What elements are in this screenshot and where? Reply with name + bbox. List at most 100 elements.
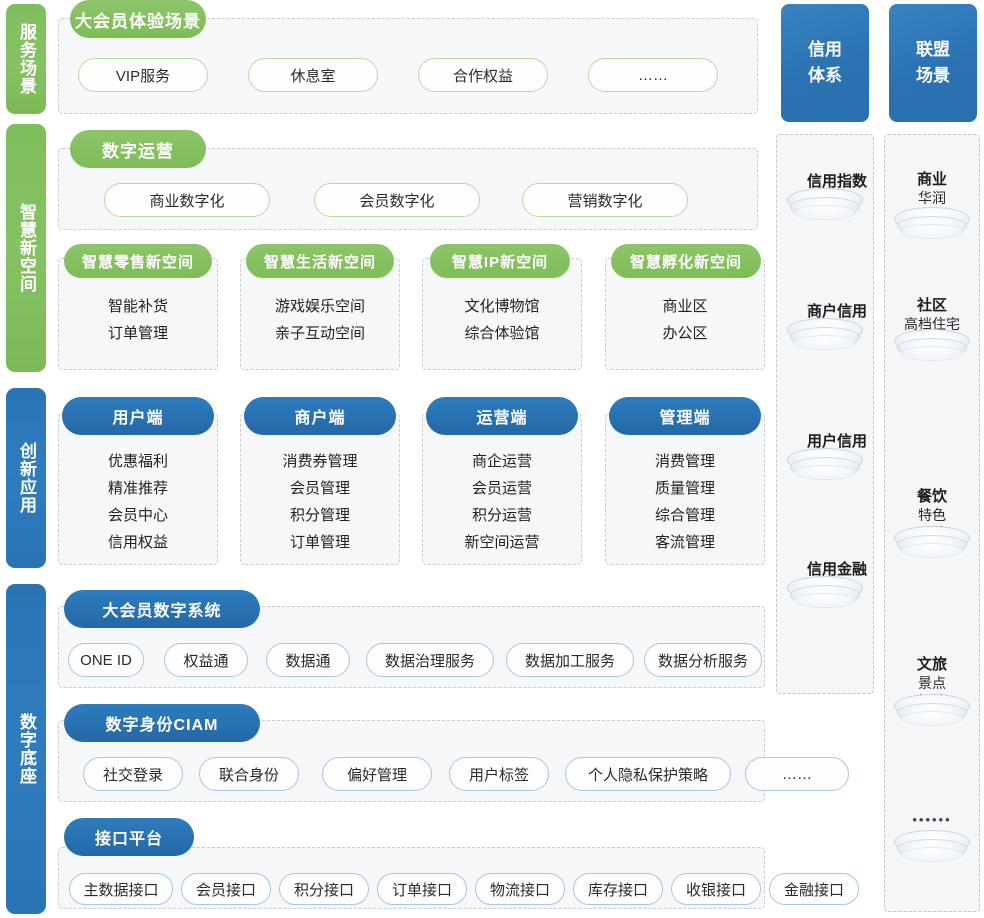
list-item: 消费管理: [654, 453, 715, 470]
chip-points-interface[interactable]: 积分接口: [279, 873, 369, 905]
title-text: 智慧IP新空间: [451, 253, 549, 271]
list-item: 文化博物馆: [464, 298, 540, 315]
chip-partner-benefits[interactable]: 合作权益: [418, 58, 548, 92]
list-item: 质量管理: [654, 480, 715, 497]
digital-operation-title[interactable]: 数字运营: [70, 130, 206, 168]
list-item: 亲子互动空间: [274, 325, 365, 342]
new-space-items-life: 游戏娱乐空间 亲子互动空间: [240, 297, 400, 344]
title-text: 管理端: [659, 410, 711, 427]
chip-label: 积分接口: [293, 881, 354, 899]
rail-innovative-application[interactable]: 创新应用: [6, 388, 46, 568]
app-items-merchant: 消费券管理 会员管理 积分管理 订单管理: [240, 452, 400, 553]
chip-finance-interface[interactable]: 金融接口: [769, 873, 859, 905]
credit-item-merchant[interactable]: 商户信用: [776, 302, 874, 352]
alliance-item-catering[interactable]: 餐饮 特色 品牌: [884, 487, 980, 560]
credit-item-index[interactable]: 信用指数: [776, 172, 874, 222]
chip-member-digitalization[interactable]: 会员数字化: [314, 183, 480, 217]
foundation-title-ciam[interactable]: 数字身份CIAM: [64, 704, 260, 742]
new-space-items-ip: 文化博物馆 综合体验馆: [422, 297, 582, 344]
app-title-merchant[interactable]: 商户端: [244, 397, 396, 435]
alliance-item-community[interactable]: 社区 高档住宅: [884, 296, 980, 363]
chip-privacy-policy[interactable]: 个人隐私保护策略: [565, 757, 731, 791]
chip-more[interactable]: ……: [588, 58, 718, 92]
list-item: 游戏娱乐空间: [274, 298, 365, 315]
chip-order-interface[interactable]: 订单接口: [377, 873, 467, 905]
chip-label: 订单接口: [391, 881, 452, 899]
new-space-title-retail[interactable]: 智慧零售新空间: [64, 244, 212, 278]
chip-label: 社交登录: [102, 766, 163, 784]
credit-system-header[interactable]: 信用体系: [781, 4, 869, 122]
credit-item-finance[interactable]: 信用金融: [776, 560, 874, 610]
new-space-title-incubation[interactable]: 智慧孵化新空间: [611, 244, 761, 278]
list-item: 综合管理: [654, 507, 715, 524]
list-item: 消费券管理: [282, 453, 358, 470]
rail-label: 服务场景: [17, 23, 36, 95]
header-text: 联盟场景: [915, 40, 950, 85]
chip-commercial-digitalization[interactable]: 商业数字化: [104, 183, 270, 217]
alliance-item-more[interactable]: ••••••: [884, 812, 980, 864]
chip-label: 休息室: [290, 67, 336, 85]
app-title-operation[interactable]: 运营端: [426, 397, 578, 435]
title-text: 接口平台: [94, 831, 163, 848]
chip-social-login[interactable]: 社交登录: [83, 757, 183, 791]
app-title-management[interactable]: 管理端: [609, 397, 761, 435]
chip-ciam-more[interactable]: ……: [745, 757, 849, 791]
title-text: 数字身份CIAM: [105, 717, 219, 734]
title-text: 运营端: [476, 410, 528, 427]
chip-label: 营销数字化: [567, 192, 643, 210]
list-item: 综合体验馆: [464, 325, 540, 342]
list-item: 会员运营: [471, 480, 532, 497]
disc-label: 商业: [916, 171, 947, 188]
alliance-item-commerce[interactable]: 商业 华润 •••: [884, 170, 980, 241]
disc-icon: [894, 830, 970, 864]
app-items-user: 优惠福利 精准推荐 会员中心 信用权益: [58, 452, 218, 553]
chip-label: 偏好管理: [346, 766, 407, 784]
service-scenario-title[interactable]: 大会员体验场景: [70, 0, 206, 38]
chip-label: ……: [638, 66, 668, 84]
rail-service-scenario[interactable]: 服务场景: [6, 4, 46, 114]
new-space-title-ip[interactable]: 智慧IP新空间: [430, 244, 570, 278]
chip-logistics-interface[interactable]: 物流接口: [475, 873, 565, 905]
rail-label: 数字底座: [17, 713, 36, 785]
chip-data-governance-service[interactable]: 数据治理服务: [366, 643, 494, 677]
chip-label: 会员接口: [195, 881, 256, 899]
disc-icon: [787, 448, 863, 482]
chip-marketing-digitalization[interactable]: 营销数字化: [522, 183, 688, 217]
new-space-title-life[interactable]: 智慧生活新空间: [246, 244, 394, 278]
chip-data-analysis-service[interactable]: 数据分析服务: [644, 643, 762, 677]
disc-sub: 华润: [918, 190, 946, 206]
chip-cashier-interface[interactable]: 收银接口: [671, 873, 761, 905]
list-item: 新空间运营: [464, 534, 540, 551]
chip-data-processing-service[interactable]: 数据加工服务: [506, 643, 634, 677]
app-title-user[interactable]: 用户端: [62, 397, 214, 435]
chip-lounge[interactable]: 休息室: [248, 58, 378, 92]
list-item: 订单管理: [289, 534, 350, 551]
chip-label: 权益通: [183, 652, 229, 670]
chip-federated-identity[interactable]: 联合身份: [199, 757, 299, 791]
chip-master-data-interface[interactable]: 主数据接口: [69, 873, 173, 905]
chip-label: 会员数字化: [359, 192, 435, 210]
foundation-title-member-system[interactable]: 大会员数字系统: [64, 590, 260, 628]
app-items-management: 消费管理 质量管理 综合管理 客流管理: [605, 452, 765, 553]
alliance-scenario-header[interactable]: 联盟场景: [889, 4, 977, 122]
chip-preference-management[interactable]: 偏好管理: [322, 757, 432, 791]
chip-inventory-interface[interactable]: 库存接口: [573, 873, 663, 905]
chip-data-pass[interactable]: 数据通: [266, 643, 350, 677]
disc-icon: [787, 188, 863, 222]
title-text: 大会员体验场景: [75, 11, 201, 31]
chip-user-tags[interactable]: 用户标签: [449, 757, 549, 791]
disc-icon: [894, 694, 970, 728]
alliance-item-tourism[interactable]: 文旅 景点 场馆: [884, 655, 980, 728]
credit-item-user[interactable]: 用户信用: [776, 432, 874, 482]
chip-rights-pass[interactable]: 权益通: [164, 643, 248, 677]
chip-one-id[interactable]: ONE ID: [68, 643, 144, 677]
chip-label: 收银接口: [685, 881, 746, 899]
chip-vip-service[interactable]: VIP服务: [78, 58, 208, 92]
rail-digital-foundation[interactable]: 数字底座: [6, 584, 46, 914]
rail-smart-new-space[interactable]: 智慧新空间: [6, 124, 46, 372]
foundation-title-interface[interactable]: 接口平台: [64, 818, 194, 856]
title-text: 智慧生活新空间: [263, 253, 376, 271]
chip-label: 合作权益: [452, 67, 513, 85]
chip-member-interface[interactable]: 会员接口: [181, 873, 271, 905]
list-item: 商业区: [662, 298, 708, 315]
